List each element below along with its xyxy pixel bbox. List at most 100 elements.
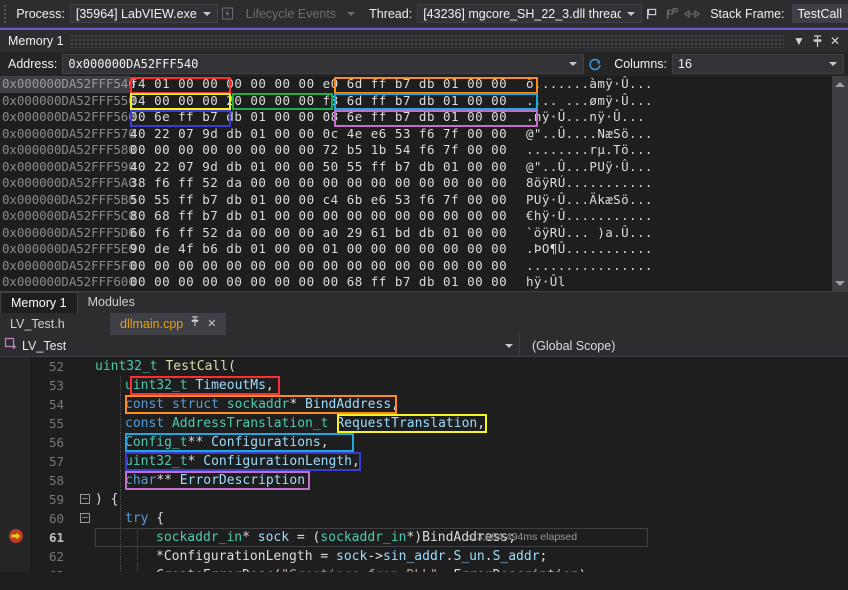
thread-dropdown[interactable]: [43236] mgcore_SH_22_3.dll thread [417,4,643,23]
nav-type-label: LV_Test [22,338,67,353]
window-menu-chevron-down-icon[interactable]: ▼ [790,32,808,50]
scrollbar-track[interactable] [832,92,848,275]
thread-link-icon[interactable] [682,4,702,24]
memory-row-address: 0x000000DA52FFF580 [2,142,136,157]
code-line-63[interactable]: 63 CreateErrorDesc("Greetings from DLL", … [0,566,848,572]
memory-row-ascii: ô.......àmÿ·Û... [526,76,653,91]
memory-row-bytes: 00 00 00 00 00 00 00 00 72 b5 1b 54 f6 7… [130,142,508,157]
memory-window-drag-area[interactable] [69,34,784,48]
execution-pointer-icon[interactable] [8,528,24,544]
tab-dllmain-cpp[interactable]: dllmain.cpp ✕ [110,313,227,335]
memory-row-ascii: PUÿ·Û...ÄkæSö... [526,191,653,207]
memory-row[interactable]: 0x000000DA52FFF580 00 00 00 00 00 00 00 0… [0,142,832,159]
indent-guide [120,471,121,490]
code-line-56[interactable]: 56 Config_t** Configurations, [0,433,848,452]
multiple-flags-icon[interactable] [662,4,682,24]
memory-row-ascii: @"..Û...PUÿ·Û... [526,158,653,174]
code-line-52[interactable]: 52 uint32_t TestCall( [0,357,848,376]
memory-row-ascii: @"..Û....NæSö... [526,125,653,141]
code-line-58[interactable]: 58 char** ErrorDescription [0,471,848,490]
memory-row-address: 0x000000DA52FFF570 [2,125,136,141]
nav-type-dropdown[interactable]: LV_Test [0,334,520,357]
memory-vertical-scrollbar[interactable] [832,76,848,291]
stack-frame-dropdown[interactable]: TestCall [791,4,848,23]
refresh-icon[interactable] [584,54,606,74]
memory-row-address: 0x000000DA52FFF560 [2,109,136,124]
memory-row[interactable]: 0x000000DA52FFF590 40 22 07 9d db 01 00 0… [0,159,832,176]
memory-row[interactable]: 0x000000DA52FFF600 00 00 00 00 00 00 00 0… [0,274,832,291]
code-editor[interactable]: 52 uint32_t TestCall(53 uint32_t TimeoutMs… [0,357,848,572]
memory-row[interactable]: 0x000000DA52FFF5C0 80 68 ff b7 db 01 00 0… [0,208,832,225]
code-line-61[interactable]: 61 sockaddr_in* sock = (sockaddr_in*)Bind… [0,528,848,547]
memory-row-bytes: 40 22 07 9d db 01 00 00 0c 4e e6 53 f6 7… [130,125,508,141]
toolbar-drag-grip[interactable] [3,3,9,24]
indent-guide [120,433,121,452]
line-number: 60 [48,511,64,526]
thread-label: Thread: [369,6,413,21]
chevron-down-icon [569,62,578,66]
code-line-55[interactable]: 55 const AddressTranslation_t RequestTran… [0,414,848,433]
memory-row-ascii: ........rµ.Tö... [526,142,653,157]
tab-lv-test-h[interactable]: LV_Test.h [0,313,110,335]
pin-icon[interactable] [808,32,826,50]
memory-row[interactable]: 0x000000DA52FFF570 40 22 07 9d db 01 00 0… [0,126,832,143]
code-line-60[interactable]: – 60 try { [0,509,848,528]
memory-hex-rows: 0x000000DA52FFF540 f4 01 00 00 00 00 00 0… [0,76,832,291]
memory-row[interactable]: 0x000000DA52FFF540 f4 01 00 00 00 00 00 0… [0,76,832,93]
fold-collapse-icon[interactable]: – [80,494,90,504]
memory-row[interactable]: 0x000000DA52FFF5E0 90 de 4f b6 db 01 00 0… [0,241,832,258]
line-number: 63 [30,566,64,572]
code-text: ) { [95,492,119,507]
indent-guide [137,547,138,566]
memory-window-titlebar[interactable]: Memory 1 ▼ ✕ [0,30,848,52]
line-number: 57 [48,454,64,469]
memory-row-ascii: .ÞO¶Û........... [526,241,653,256]
tab-dllmain-cpp-label: dllmain.cpp [120,317,184,331]
line-number: 52 [48,359,64,374]
close-icon[interactable]: ✕ [826,32,844,50]
close-icon[interactable]: ✕ [207,313,216,335]
indent-guide [120,509,121,528]
memory-pane-tab-modules[interactable]: Modules [78,292,145,313]
code-text: const AddressTranslation_t RequestTransl… [125,416,486,431]
lifecycle-chevron-down-icon[interactable] [347,11,356,16]
flag-icon[interactable] [642,4,662,24]
memory-pane-tab-memory-1[interactable]: Memory 1 [0,292,78,313]
code-text: uint32_t TimeoutMs, [125,378,274,393]
process-dropdown[interactable]: [35964] LabVIEW.exe [69,4,218,23]
memory-row-bytes: 90 de 4f b6 db 01 00 00 01 00 00 00 00 0… [130,241,508,256]
lifecycle-events-icon[interactable] [218,4,238,24]
memory-row[interactable]: 0x000000DA52FFF5D0 60 f6 ff 52 da 00 00 0… [0,225,832,242]
fold-collapse-icon[interactable]: – [80,513,90,523]
code-line-53[interactable]: 53 uint32_t TimeoutMs, [0,376,848,395]
memory-window: Memory 1 ▼ ✕ Address: 0x000000DA52FFF540… [0,28,848,313]
memory-row-bytes: 04 00 00 00 20 00 00 00 f8 6d ff b7 db 0… [130,92,508,108]
memory-row[interactable]: 0x000000DA52FFF560 00 6e ff b7 db 01 00 0… [0,109,832,126]
scroll-down-arrow-icon[interactable] [832,275,848,291]
memory-row-bytes: 00 00 00 00 00 00 00 00 00 00 00 00 00 0… [130,257,508,273]
memory-row[interactable]: 0x000000DA52FFF550 04 00 00 00 20 00 00 0… [0,93,832,110]
code-line-59[interactable]: – 59 ) { [0,490,848,509]
memory-row[interactable]: 0x000000DA52FFF5B0 50 55 ff b7 db 01 00 0… [0,192,832,209]
code-line-57[interactable]: 57 uint32_t* ConfigurationLength, [0,452,848,471]
code-line-54[interactable]: 54 const struct sockaddr* BindAddress, [0,395,848,414]
memory-row[interactable]: 0x000000DA52FFF5F0 00 00 00 00 00 00 00 0… [0,258,832,275]
memory-row-bytes: 00 00 00 00 00 00 00 00 00 68 ff b7 db 0… [130,274,508,289]
code-line-62[interactable]: 62 *ConfigurationLength = sock->sin_addr.… [0,547,848,566]
nav-scope-label[interactable]: (Global Scope) [520,339,615,353]
memory-hex-view[interactable]: 0x000000DA52FFF540 f4 01 00 00 00 00 00 0… [0,76,848,291]
scroll-up-arrow-icon[interactable] [832,76,848,92]
thread-value: [43236] mgcore_SH_22_3.dll thread [423,6,622,21]
address-input[interactable]: 0x000000DA52FFF540 [62,54,585,74]
memory-row-address: 0x000000DA52FFF590 [2,158,136,174]
line-number: 62 [48,549,64,564]
process-label: Process: [16,6,65,21]
pin-icon[interactable] [190,313,200,335]
stack-frame-label: Stack Frame: [710,6,785,21]
memory-row[interactable]: 0x000000DA52FFF5A0 38 f6 ff 52 da 00 00 0… [0,175,832,192]
memory-address-bar: Address: 0x000000DA52FFF540 Columns: 16 [0,52,848,76]
tab-lv-test-h-label: LV_Test.h [10,317,65,331]
line-number: 59 [48,492,64,507]
columns-dropdown[interactable]: 16 [672,54,844,74]
debug-toolbar: Process: [35964] LabVIEW.exe Lifecycle E… [0,0,848,28]
